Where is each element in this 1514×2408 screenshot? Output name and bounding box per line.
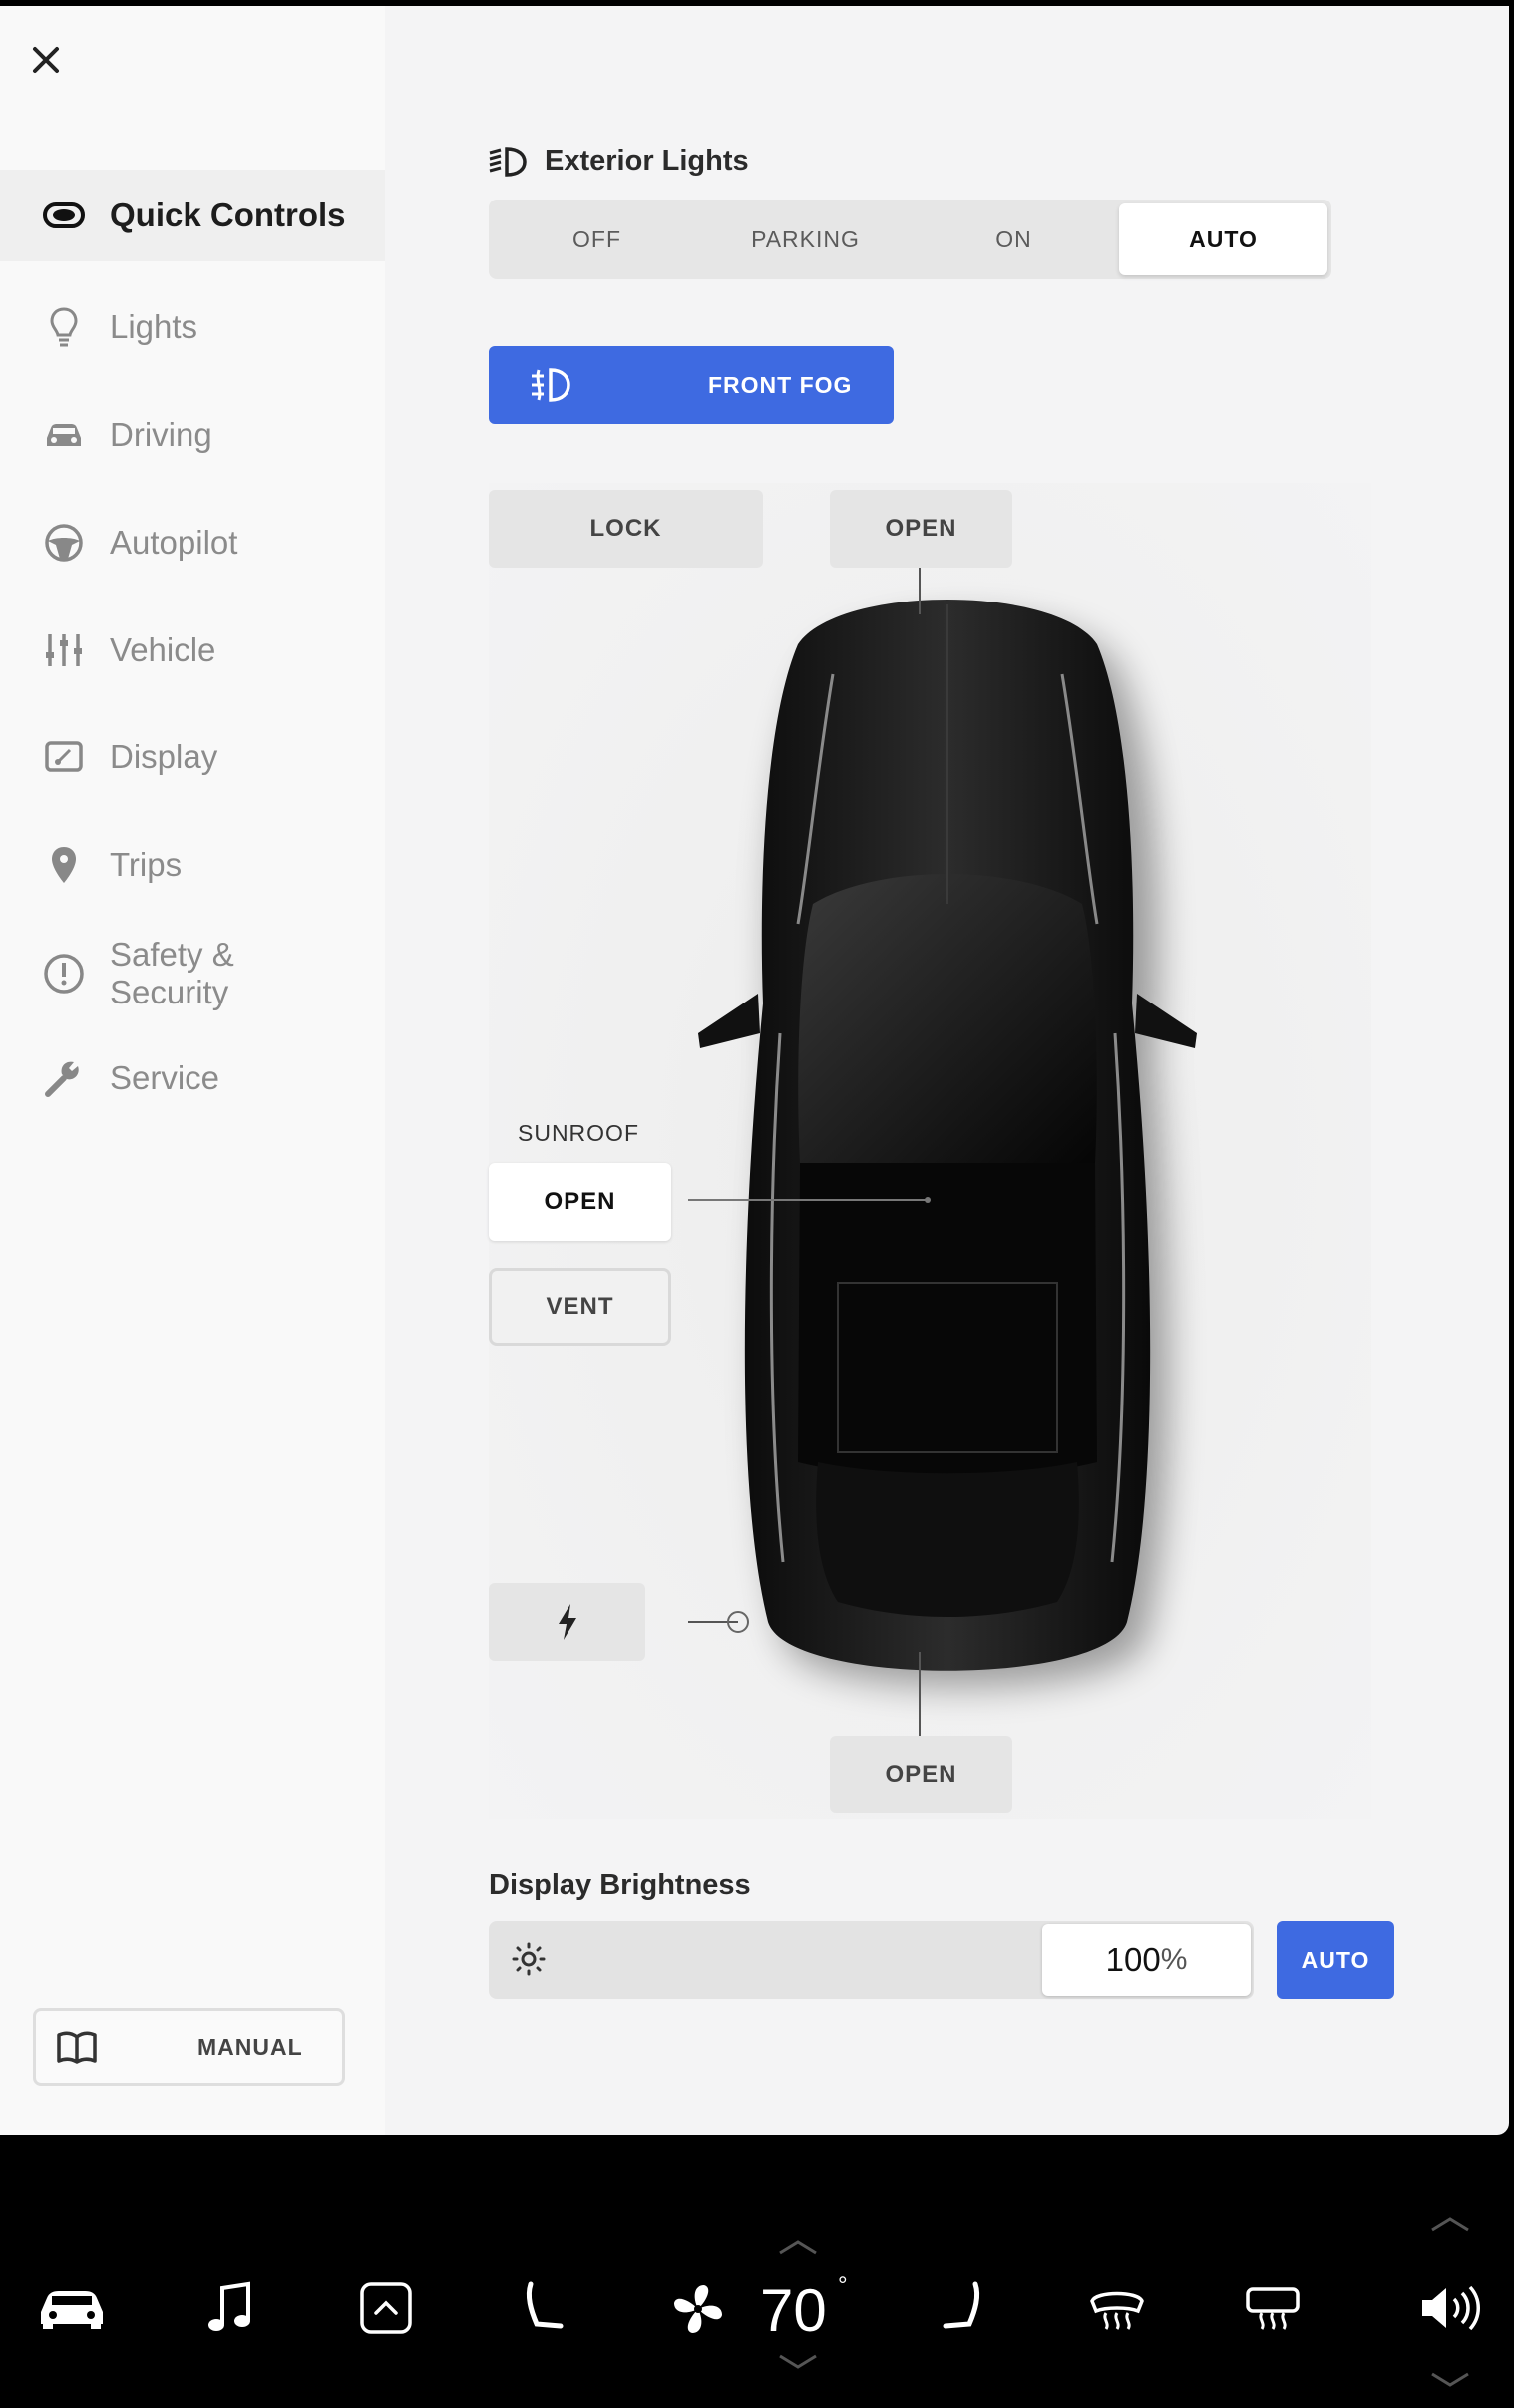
- brightness-unit: %: [1160, 1943, 1188, 1976]
- lights-option-on[interactable]: ON: [910, 203, 1118, 275]
- lock-button[interactable]: LOCK: [489, 490, 763, 568]
- app-launcher-icon[interactable]: [354, 2276, 418, 2340]
- brightness-slider[interactable]: 100%: [489, 1921, 1254, 1999]
- quick-controls-icon: [42, 194, 86, 237]
- sun-icon: [511, 1941, 547, 1982]
- sunroof-open-button[interactable]: OPEN: [489, 1163, 671, 1241]
- sidebar-item-vehicle[interactable]: Vehicle: [0, 604, 385, 696]
- sidebar-item-quick-controls[interactable]: Quick Controls: [0, 170, 385, 261]
- fan-icon[interactable]: [663, 2274, 733, 2344]
- sidebar-item-autopilot[interactable]: Autopilot: [0, 497, 385, 589]
- close-icon: [33, 47, 59, 73]
- music-note-icon[interactable]: [197, 2276, 261, 2340]
- car-icon[interactable]: [34, 2276, 110, 2340]
- steering-wheel-icon: [42, 521, 86, 565]
- sidebar: Quick Controls Lights Driving Autopilot: [0, 6, 385, 2135]
- headlight-icon: [487, 145, 529, 184]
- temperature-degree: °: [838, 2272, 848, 2299]
- lights-option-auto[interactable]: AUTO: [1119, 203, 1327, 275]
- sidebar-item-label: Service: [110, 1059, 220, 1096]
- rear-defrost-icon[interactable]: [1085, 2276, 1149, 2340]
- sidebar-item-driving[interactable]: Driving: [0, 389, 385, 481]
- lights-option-off[interactable]: OFF: [493, 203, 701, 275]
- alert-circle-icon: [42, 952, 86, 996]
- temp-up-chevron-icon[interactable]: [778, 2237, 818, 2257]
- sidebar-item-trips[interactable]: Trips: [0, 819, 385, 911]
- sidebar-item-label: Quick Controls: [110, 197, 346, 233]
- lights-option-parking[interactable]: PARKING: [701, 203, 910, 275]
- sidebar-item-label: Vehicle: [110, 631, 216, 668]
- front-fog-label: FRONT FOG: [708, 372, 853, 398]
- manual-label: MANUAL: [197, 2033, 303, 2060]
- brightness-thumb[interactable]: 100%: [1042, 1924, 1251, 1996]
- wrench-icon: [42, 1056, 86, 1100]
- temp-down-chevron-icon[interactable]: [778, 2352, 818, 2372]
- passenger-seat-icon[interactable]: [932, 2276, 995, 2340]
- book-icon: [56, 2029, 98, 2070]
- exterior-lights-title: Exterior Lights: [545, 145, 749, 177]
- sunroof-vent-button[interactable]: VENT: [489, 1268, 671, 1346]
- sidebar-item-label: Safety & Security: [110, 936, 234, 1010]
- car-top-view-image: [688, 565, 1197, 1742]
- volume-icon[interactable]: [1416, 2276, 1486, 2340]
- front-fog-button[interactable]: FRONT FOG: [489, 346, 894, 424]
- sidebar-item-label: Lights: [110, 308, 198, 345]
- brightness-auto-button[interactable]: AUTO: [1277, 1921, 1394, 1999]
- sidebar-item-display[interactable]: Display: [0, 711, 385, 803]
- display-icon: [42, 735, 86, 779]
- temperature-value: 70: [760, 2277, 827, 2344]
- sunroof-label: SUNROOF: [518, 1120, 639, 1146]
- sidebar-item-label: Display: [110, 738, 218, 775]
- exterior-lights-selector: OFF PARKING ON AUTO: [489, 200, 1331, 279]
- quick-controls-panel: Quick Controls Lights Driving Autopilot: [0, 6, 1509, 2135]
- sidebar-item-lights[interactable]: Lights: [0, 281, 385, 373]
- fog-light-icon: [529, 366, 572, 409]
- sidebar-item-label: Trips: [110, 846, 183, 883]
- sidebar-item-label: Driving: [110, 416, 212, 453]
- sidebar-item-safety-security[interactable]: Safety & Security: [0, 924, 385, 1023]
- charge-port-button[interactable]: [489, 1583, 645, 1661]
- frunk-open-button[interactable]: OPEN: [830, 490, 1012, 568]
- front-defrost-icon[interactable]: [1241, 2276, 1305, 2340]
- sliders-icon: [42, 628, 86, 672]
- brightness-value: 100: [1105, 1941, 1161, 1978]
- manual-button[interactable]: MANUAL: [33, 2008, 345, 2086]
- lightning-icon: [558, 1604, 576, 1640]
- sidebar-item-service[interactable]: Service: [0, 1032, 385, 1124]
- sidebar-item-label: Autopilot: [110, 524, 238, 561]
- volume-down-chevron-icon[interactable]: [1430, 2370, 1470, 2390]
- close-button[interactable]: [24, 38, 68, 82]
- car-icon: [42, 413, 86, 457]
- driver-seat-icon[interactable]: [511, 2276, 574, 2340]
- location-pin-icon: [42, 843, 86, 887]
- trunk-open-button[interactable]: OPEN: [830, 1736, 1012, 1813]
- bulb-icon: [42, 305, 86, 349]
- volume-up-chevron-icon[interactable]: [1430, 2214, 1470, 2234]
- display-brightness-title: Display Brightness: [489, 1869, 751, 1901]
